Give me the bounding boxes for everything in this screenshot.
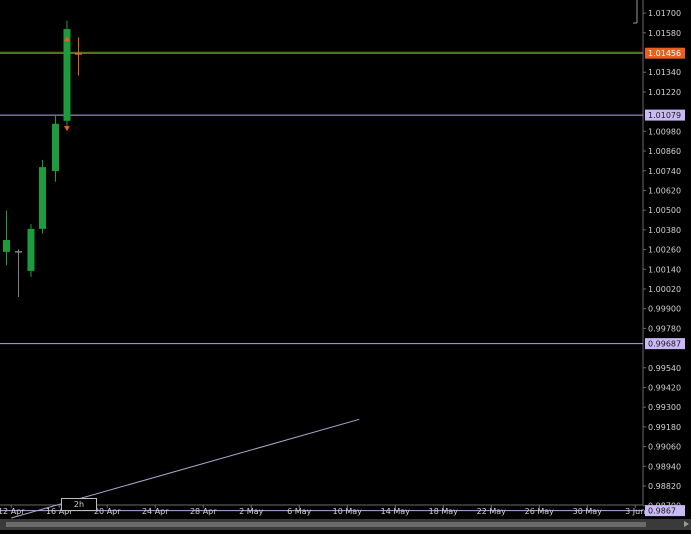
price-tick-label: 0.99300 <box>648 403 681 412</box>
candle-body <box>63 29 71 121</box>
price-tick-label: 1.00020 <box>648 285 681 294</box>
date-tick-label: 3 Jun <box>625 507 645 516</box>
price-tick-label: 1.00260 <box>648 246 681 255</box>
date-tick-label: 30 May <box>573 507 603 516</box>
price-tick-label: 1.01580 <box>648 29 681 38</box>
candle-body <box>52 123 59 172</box>
price-tick-label: 0.99060 <box>648 443 681 452</box>
price-tick-label: 0.99780 <box>648 324 681 333</box>
level-price-tag-label: 0.99687 <box>648 340 681 349</box>
candle-body <box>75 53 82 55</box>
level-price-tag-label: 1.01079 <box>648 111 681 120</box>
date-tick-label: 12 Apr <box>0 507 25 516</box>
date-tick-label: 14 May <box>381 507 411 516</box>
date-tick-label: 2 May <box>239 507 263 516</box>
candle-body <box>27 228 35 271</box>
date-tick-label: 22 May <box>477 507 507 516</box>
scroll-right-arrow-icon[interactable] <box>684 521 689 527</box>
timeframe-badge-label: 2h <box>73 500 85 509</box>
price-tick-label: 0.99180 <box>648 423 681 432</box>
date-tick-label: 18 May <box>429 507 459 516</box>
chart-area[interactable]: 1.01700 1.01580 1.01340 1.01220 1.00980 1.008… <box>0 0 691 530</box>
current-price-tag-label: 1.01456 <box>648 49 681 58</box>
timeframe-badge: 2h <box>61 498 97 511</box>
price-tick-label: 1.00140 <box>648 265 681 274</box>
down-arrow-marker-icon <box>64 126 70 132</box>
date-tick-label: 28 Apr <box>190 507 217 516</box>
price-tick-label: 0.99420 <box>648 383 681 392</box>
scrollbar-thumb[interactable] <box>6 522 646 527</box>
price-tick-label: 0.99540 <box>648 364 681 373</box>
price-tick-label: 1.00860 <box>648 147 681 156</box>
date-tick-label: 6 May <box>287 507 311 516</box>
price-tick-label: 1.01220 <box>648 88 681 97</box>
candle-body <box>3 240 10 252</box>
price-tick-label: 0.98940 <box>648 462 681 471</box>
price-tick-label: 1.01340 <box>648 68 681 77</box>
price-tick-label: 1.00500 <box>648 206 681 215</box>
price-tick-label: 1.00620 <box>648 186 681 195</box>
price-tick-label: 0.98820 <box>648 482 681 491</box>
candle-body <box>15 251 22 253</box>
price-tick-label: 1.00740 <box>648 167 681 176</box>
date-tick-label: 20 Apr <box>94 507 121 516</box>
date-tick-label: 24 Apr <box>142 507 169 516</box>
price-tick-label: 1.00380 <box>648 226 681 235</box>
price-chart[interactable]: 1.01700 1.01580 1.01340 1.01220 1.00980 1.008… <box>0 0 691 530</box>
price-tick-label: 0.99900 <box>648 305 681 314</box>
level-price-tag-label: 0.9867 <box>648 507 676 516</box>
horizontal-scrollbar[interactable] <box>0 519 691 530</box>
date-tick-label: 10 May <box>333 507 363 516</box>
price-tick-label: 1.01700 <box>648 9 681 18</box>
candle-body <box>39 167 46 229</box>
date-tick-label: 26 May <box>525 507 555 516</box>
price-tick-label: 1.00980 <box>648 127 681 136</box>
